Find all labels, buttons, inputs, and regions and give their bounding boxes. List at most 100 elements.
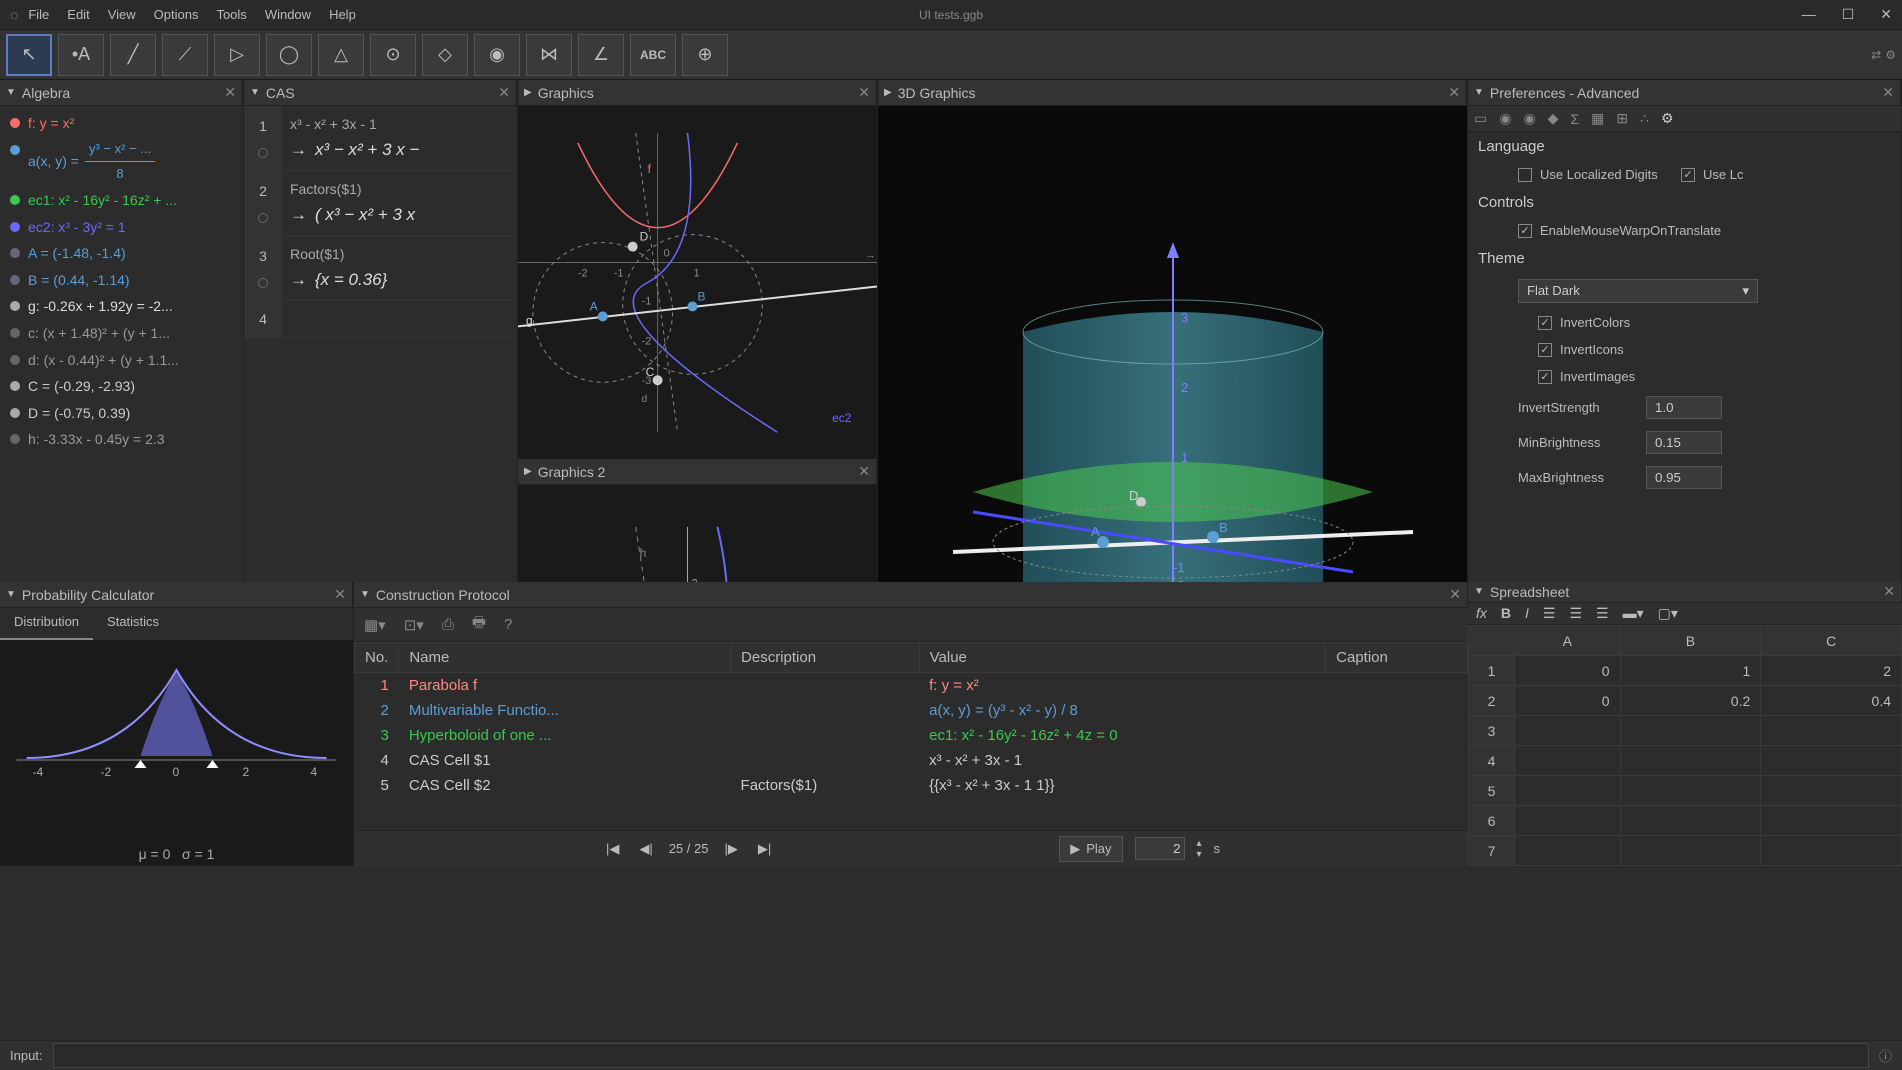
prefs-header[interactable]: ▼ Preferences - Advanced ✕ [1468,80,1901,106]
row-header[interactable]: 2 [1469,686,1515,716]
close-icon[interactable]: ✕ [1880,6,1892,23]
constr-col[interactable]: No. [355,643,399,673]
algebra-item[interactable]: C = (-0.29, -2.93) [0,373,243,400]
constr-col[interactable]: Caption [1326,643,1468,673]
construction-header[interactable]: ▼ Construction Protocol ✕ [354,582,1468,608]
last-button[interactable]: ▶| [754,839,775,859]
tool-angle[interactable]: ∠ [578,34,624,76]
cas-row[interactable]: 2Factors($1)→( x³ − x² + 3 x [244,171,517,236]
algebra-item[interactable]: f: y = x² [0,110,243,137]
cell[interactable]: 0.2 [1620,686,1761,716]
constr-col[interactable]: Description [731,643,920,673]
tool-transform[interactable]: ⊕ [682,34,728,76]
algebra-item[interactable]: c: (x + 1.48)² + (y + 1... [0,320,243,347]
collapse-icon[interactable]: ▶ [524,87,532,98]
close-icon[interactable]: ✕ [334,586,346,603]
inverticons-checkbox[interactable] [1538,343,1552,357]
tool-plane[interactable]: ◇ [422,34,468,76]
cell[interactable] [1761,836,1902,866]
tool-conic[interactable]: ◉ [474,34,520,76]
align-center-icon[interactable]: ☰ [1569,605,1582,622]
row-header[interactable]: 3 [1469,716,1515,746]
tool-text[interactable]: ABC [630,34,676,76]
invertcolors-checkbox[interactable] [1538,316,1552,330]
align-left-icon[interactable]: ☰ [1543,605,1556,622]
menu-file[interactable]: File [28,7,49,22]
cell[interactable] [1515,746,1621,776]
italic-button[interactable]: I [1525,605,1529,621]
tool-point[interactable]: •A [58,34,104,76]
next-button[interactable]: |▶ [720,839,741,859]
cas-row[interactable]: 1x³ - x² + 3x - 1→x³ − x² + 3 x − [244,106,517,171]
bgcolor-icon[interactable]: ▬▾ [1623,605,1644,622]
cell[interactable] [1515,716,1621,746]
menu-edit[interactable]: Edit [67,7,89,22]
close-icon[interactable]: ✕ [1883,583,1895,600]
prefs-tab-graphics-icon[interactable]: ◉ [1499,110,1511,127]
algebra-header[interactable]: ▼ Algebra ✕ [0,80,243,106]
bold-button[interactable]: B [1501,605,1511,621]
cas-row[interactable]: 3Root($1)→{x = 0.36} [244,236,517,301]
prefs-tab-defaults-icon[interactable]: ∴ [1640,110,1649,127]
algebra-item[interactable]: a(x, y) = y³ − x² − ...8 [0,137,243,187]
maximize-icon[interactable]: ☐ [1842,6,1855,23]
align-right-icon[interactable]: ☰ [1596,605,1609,622]
prefs-tab-graphics2-icon[interactable]: ◉ [1523,110,1535,127]
tool-intersect[interactable]: ⋈ [526,34,572,76]
prefs-tab-3d-icon[interactable]: ◆ [1548,110,1559,127]
graphics2-header[interactable]: ▶ Graphics 2 ✕ [518,459,877,485]
constr-col[interactable]: Value [919,643,1326,673]
close-icon[interactable]: ✕ [858,84,870,101]
tool-move[interactable]: ↖ [6,34,52,76]
tool-line[interactable]: ╱ [110,34,156,76]
constr-col[interactable]: Name [399,643,731,673]
border-icon[interactable]: ▢▾ [1658,605,1678,622]
cell[interactable] [1761,806,1902,836]
prefs-body[interactable]: Language Use Localized Digits Use Lc Con… [1468,132,1901,582]
prev-button[interactable]: ◀| [635,839,656,859]
export-icon[interactable]: ⎙ [442,616,454,633]
algebra-item[interactable]: d: (x - 0.44)² + (y + 1.1... [0,347,243,374]
menu-options[interactable]: Options [154,7,199,22]
cas-row[interactable]: 4 [244,301,517,338]
col-header[interactable]: B [1620,626,1761,656]
algebra-item[interactable]: D = (-0.75, 0.39) [0,400,243,427]
close-icon[interactable]: ✕ [498,84,510,101]
close-icon[interactable]: ✕ [1448,84,1460,101]
cell[interactable] [1515,776,1621,806]
constr-row[interactable]: 2Multivariable Functio...a(x, y) = (y³ -… [355,698,1468,723]
collapse-icon[interactable]: ▼ [1474,586,1484,597]
menu-window[interactable]: Window [265,7,311,22]
columns-icon[interactable]: ▦▾ [364,616,386,634]
maxbrightness-input[interactable] [1646,466,1722,489]
algebra-item[interactable]: ec2: x³ - 3y² = 1 [0,214,243,241]
cas-header[interactable]: ▼ CAS ✕ [244,80,517,106]
play-button[interactable]: ▶ Play [1059,836,1122,862]
cell[interactable] [1620,776,1761,806]
sec-spinner[interactable]: ▴▾ [1197,838,1202,860]
menu-tools[interactable]: Tools [216,7,246,22]
row-header[interactable]: 7 [1469,836,1515,866]
collapse-icon[interactable]: ▼ [1474,87,1484,98]
collapse-icon[interactable]: ▼ [6,589,16,600]
menu-help[interactable]: Help [329,7,356,22]
cell[interactable] [1620,716,1761,746]
collapse-icon[interactable]: ▶ [524,466,532,477]
prefs-tab-spreadsheet-icon[interactable]: ▦ [1591,110,1604,127]
close-icon[interactable]: ✕ [224,84,236,101]
graphics-header[interactable]: ▶ Graphics ✕ [518,80,877,106]
spreadsheet-grid[interactable]: ABC1012200.20.434567 [1468,625,1902,866]
print-icon[interactable]: 🖶 [472,612,486,637]
algebra-item[interactable]: ec1: x² - 16y² - 16z² + ... [0,187,243,214]
options-icon[interactable]: ⊡▾ [404,616,424,634]
toolbar-toggle-icon[interactable]: ⇄ [1871,48,1881,62]
col-header[interactable]: A [1515,626,1621,656]
minbrightness-input[interactable] [1646,431,1722,454]
algebra-item[interactable]: A = (-1.48, -1.4) [0,240,243,267]
gfx3d-header[interactable]: ▶ 3D Graphics ✕ [878,80,1467,106]
input-field[interactable] [53,1043,1869,1068]
cell[interactable]: 0 [1515,656,1621,686]
cell[interactable]: 0.4 [1761,686,1902,716]
prefs-tab-object-icon[interactable]: ▭ [1474,110,1487,127]
invertimages-checkbox[interactable] [1538,370,1552,384]
